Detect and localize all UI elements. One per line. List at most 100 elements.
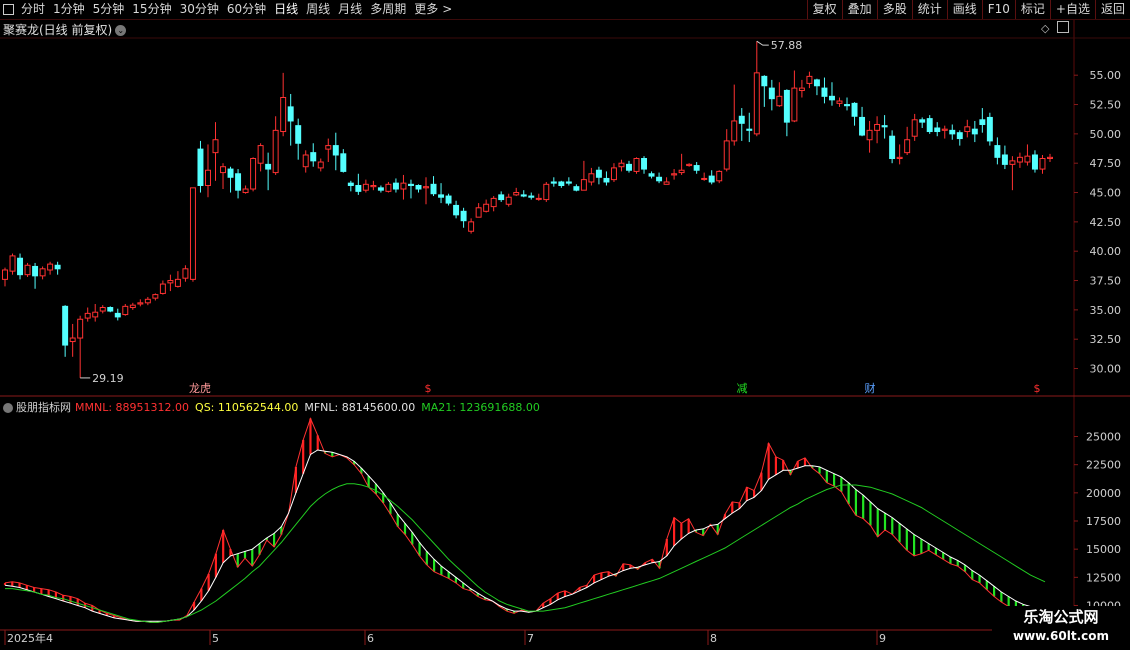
candle-body bbox=[392, 182, 399, 190]
candle-body bbox=[460, 210, 467, 222]
candle-body bbox=[641, 158, 648, 170]
date-axis-label: 6 bbox=[367, 632, 374, 645]
candle-body bbox=[407, 183, 414, 186]
candle-body bbox=[490, 197, 497, 208]
candle-body bbox=[813, 79, 820, 87]
price-axis-label: 30.00 bbox=[1090, 363, 1122, 376]
candle-body bbox=[580, 179, 587, 191]
price-axis-label: 32.50 bbox=[1090, 333, 1122, 346]
candle-body bbox=[926, 118, 933, 133]
date-axis-label: 2025年4 bbox=[7, 631, 53, 645]
candle-body bbox=[483, 203, 490, 212]
candle-body bbox=[656, 176, 663, 182]
indicator-header: 股朋指标网 MMNL: 88951312.00 QS: 110562544.00 MF… bbox=[3, 399, 546, 415]
candle-body bbox=[979, 119, 986, 125]
price-axis-label: 50.00 bbox=[1090, 128, 1122, 141]
candle-body bbox=[302, 154, 309, 168]
candle-body bbox=[911, 119, 918, 137]
ma21-line bbox=[5, 483, 1046, 623]
candle-body bbox=[9, 255, 16, 272]
mfnl-value: MFNL: 88145600.00 bbox=[304, 401, 416, 414]
candle-body bbox=[881, 125, 888, 128]
candle-body bbox=[701, 177, 708, 180]
watermark: 乐淘公式网 www.60lt.com bbox=[992, 606, 1130, 650]
candle-body bbox=[986, 116, 993, 142]
candle-body bbox=[828, 95, 835, 101]
indicator-axis-label: 20000 bbox=[1086, 487, 1121, 500]
candle-body bbox=[806, 75, 813, 84]
candle-body bbox=[212, 139, 219, 154]
candle-body bbox=[347, 182, 354, 186]
candle-body bbox=[167, 280, 174, 284]
candle-body bbox=[896, 156, 903, 160]
candle-body bbox=[220, 166, 227, 174]
event-marker[interactable]: $ bbox=[425, 382, 432, 395]
watermark-title: 乐淘公式网 bbox=[1023, 608, 1099, 626]
candle-body bbox=[137, 302, 144, 305]
candle-body bbox=[821, 87, 828, 97]
candle-body bbox=[776, 95, 783, 107]
candle-body bbox=[430, 183, 437, 195]
candle-body bbox=[941, 128, 948, 131]
candle-body bbox=[791, 87, 798, 122]
mmnl-line bbox=[4, 417, 1046, 623]
candle-body bbox=[746, 128, 753, 131]
indicator-axis-label: 12500 bbox=[1086, 571, 1121, 584]
candle-body bbox=[648, 173, 655, 177]
candle-body bbox=[310, 152, 317, 162]
candle-body bbox=[738, 115, 745, 124]
candle-body bbox=[851, 102, 858, 117]
candle-body bbox=[99, 307, 106, 312]
candle-body bbox=[107, 307, 114, 312]
candle-body bbox=[919, 119, 926, 123]
candle-body bbox=[227, 168, 234, 178]
candle-body bbox=[355, 184, 362, 192]
kline-chart[interactable]: 55.00 52.50 50.00 47.50 45.00 42.50 40.00 37.50… bbox=[0, 0, 1130, 650]
candle-body bbox=[84, 312, 91, 319]
candle-body bbox=[904, 139, 911, 154]
candle-body bbox=[994, 145, 1001, 158]
candle-body bbox=[1024, 155, 1031, 163]
indicator-menu-icon[interactable] bbox=[3, 403, 13, 413]
candle-body bbox=[716, 170, 723, 182]
diamond-icon[interactable]: ◇ bbox=[1041, 22, 1049, 35]
candle-body bbox=[633, 158, 640, 172]
candle-body bbox=[971, 128, 978, 135]
candle-body bbox=[317, 161, 324, 169]
candle-body bbox=[423, 186, 429, 189]
high-price-marker: 57.88 bbox=[771, 39, 803, 52]
candle-body bbox=[520, 194, 527, 197]
candle-body bbox=[182, 268, 189, 279]
candle-body bbox=[39, 268, 46, 277]
candle-body bbox=[453, 204, 460, 216]
candle-body bbox=[528, 195, 535, 198]
event-marker[interactable]: 财 bbox=[865, 381, 876, 395]
candle-body bbox=[1009, 160, 1016, 165]
candle-body bbox=[889, 135, 896, 160]
indicator-axis-label: 15000 bbox=[1086, 543, 1121, 556]
candle-body bbox=[565, 181, 572, 184]
candle-body bbox=[377, 187, 384, 191]
price-axis-label: 37.50 bbox=[1090, 275, 1122, 288]
high-marker-arrow bbox=[756, 40, 769, 46]
candle-body bbox=[24, 264, 31, 276]
candle-body bbox=[47, 263, 54, 271]
maximize-icon[interactable] bbox=[1057, 21, 1069, 33]
candle-body bbox=[1047, 156, 1053, 160]
price-axis-label: 52.50 bbox=[1090, 99, 1122, 112]
candle-body bbox=[663, 181, 670, 185]
event-marker[interactable]: 龙虎 bbox=[189, 382, 211, 395]
candle-body bbox=[114, 312, 121, 318]
candle-body bbox=[731, 120, 738, 142]
candle-body bbox=[295, 125, 302, 144]
candle-body bbox=[678, 169, 685, 174]
candle-body bbox=[505, 196, 512, 205]
price-axis-label: 47.50 bbox=[1090, 157, 1122, 170]
candle-body bbox=[595, 169, 602, 178]
candle-body bbox=[92, 311, 99, 318]
candle-body bbox=[280, 96, 287, 133]
qs-value: QS: 110562544.00 bbox=[195, 401, 299, 414]
event-marker[interactable]: 减 bbox=[737, 382, 748, 395]
date-axis-label: 5 bbox=[212, 632, 219, 645]
event-marker[interactable]: $ bbox=[1034, 382, 1041, 395]
